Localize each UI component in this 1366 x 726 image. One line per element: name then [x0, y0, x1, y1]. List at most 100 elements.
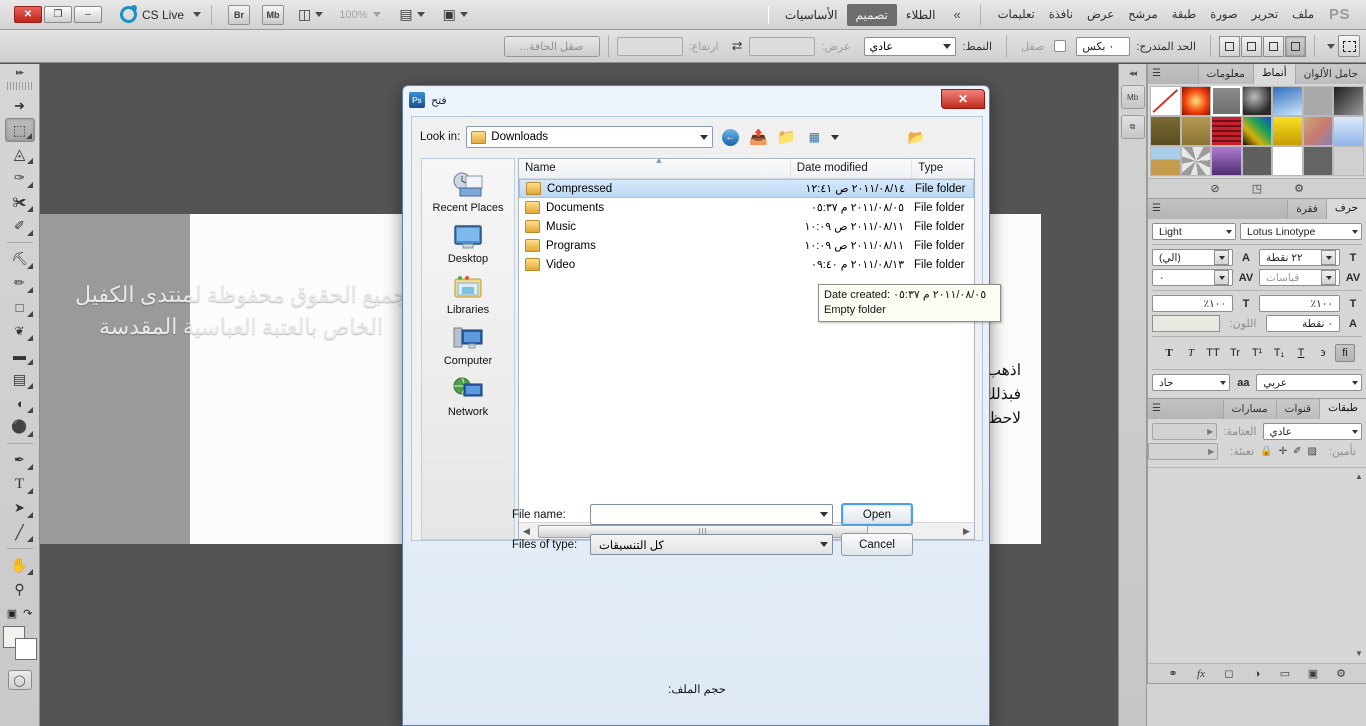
chevron-down-icon[interactable] [1327, 43, 1335, 49]
tab-styles[interactable]: أنماط [1252, 64, 1295, 84]
style-swatch[interactable] [1272, 116, 1303, 146]
hand-tool[interactable]: ✋ [5, 553, 35, 577]
launch-bridge-button[interactable]: Br [228, 4, 251, 25]
default-colors-icon[interactable]: ▣ [7, 607, 17, 620]
move-tool[interactable]: ➜ [5, 94, 35, 118]
lock-position-icon[interactable]: ✛ [1279, 445, 1287, 459]
column-header-type[interactable]: Type [912, 159, 974, 178]
leading-stepper[interactable] [1214, 250, 1229, 265]
arrange-documents-button[interactable]: ▤ [399, 6, 425, 23]
subscript-button[interactable]: T₁ [1269, 344, 1289, 362]
menu-image[interactable]: صورة [1203, 0, 1244, 30]
launch-mini-bridge-button[interactable]: Mb [262, 4, 285, 25]
tab-character[interactable]: حرف [1325, 199, 1366, 219]
column-header-name[interactable]: ▲ Name [519, 155, 791, 178]
style-swatch[interactable] [1241, 86, 1273, 116]
workspace-overflow-button[interactable]: » [944, 7, 969, 22]
font-size-input[interactable]: ٢٢ نقطة [1259, 249, 1340, 266]
path-selection-tool[interactable]: ➤ [5, 496, 35, 520]
style-swatch[interactable] [1272, 146, 1303, 176]
zoom-tool[interactable]: ⚲ [5, 577, 35, 601]
cs-live-button[interactable]: CS Live [120, 5, 202, 23]
table-row[interactable]: Documents ٢٠١١/٠٨/٠٥ م ٠٥:٣٧ File folder [519, 198, 974, 217]
leading-input[interactable]: (الي) [1152, 249, 1233, 266]
place-libraries[interactable]: Libraries [422, 271, 514, 319]
style-swatch[interactable] [1180, 116, 1212, 146]
vertical-scale-input[interactable]: ١٠٠٪ [1259, 295, 1340, 312]
font-size-stepper[interactable] [1321, 250, 1336, 265]
style-swatch[interactable] [1302, 86, 1334, 116]
style-swatch[interactable] [1333, 116, 1364, 146]
lock-transparency-icon[interactable]: ▨ [1307, 445, 1316, 459]
antialias-select[interactable]: حاد [1152, 374, 1231, 391]
strikethrough-button[interactable]: ϶ [1313, 344, 1333, 362]
table-row[interactable]: Compressed ٢٠١١/٠٨/١٤ ص ١٢:٤١ File folde… [519, 179, 974, 198]
tools-drag-handle[interactable] [6, 82, 33, 90]
style-swatch[interactable] [1241, 146, 1273, 176]
underline-button[interactable]: T [1291, 344, 1311, 362]
crop-tool[interactable]: ✀ [5, 190, 35, 214]
style-swatch[interactable] [1150, 146, 1181, 176]
style-swatch[interactable] [1333, 146, 1364, 176]
current-tool-icon[interactable] [1338, 35, 1360, 57]
delete-style-icon[interactable]: ⚙ [1292, 182, 1306, 196]
screen-mode-button[interactable]: ▣ [443, 6, 468, 23]
place-desktop[interactable]: Desktop [422, 220, 514, 268]
quick-selection-tool[interactable]: ✑ [5, 166, 35, 190]
menu-file[interactable]: ملف [1285, 0, 1321, 30]
clear-style-icon[interactable]: ⊘ [1208, 182, 1222, 196]
tab-paths[interactable]: مسارات [1222, 400, 1276, 419]
feather-amount-input[interactable]: ٠ بكس [1076, 36, 1131, 56]
new-folder-icon[interactable]: 📁 [775, 126, 797, 148]
panel-menu-icon[interactable]: ☰ [1152, 403, 1162, 414]
views-icon[interactable]: ▦ [803, 126, 825, 148]
new-selection-button[interactable] [1285, 35, 1306, 57]
height-input[interactable] [616, 36, 683, 56]
language-select[interactable]: عربي [1256, 374, 1362, 391]
mini-bridge-panel-icon[interactable]: Mb [1120, 85, 1145, 109]
clone-stamp-tool[interactable]: □ [5, 295, 35, 319]
tracking-input[interactable]: ٠ [1152, 269, 1233, 286]
new-style-icon[interactable]: ◳ [1250, 182, 1264, 196]
dialog-title-bar[interactable]: Ps فتح ✕ [403, 86, 989, 114]
text-color-swatch[interactable] [1152, 315, 1220, 332]
pen-tool[interactable]: ✒ [5, 448, 35, 472]
workspace-essentials[interactable]: الأساسيات [776, 4, 847, 26]
workspace-painting[interactable]: الطلاء [897, 4, 945, 26]
file-list[interactable]: ▲ Name Date modified Type Compressed ٢٠١… [518, 155, 1001, 540]
style-select[interactable]: عادي [864, 36, 957, 56]
workspace-design[interactable]: تصميم [846, 3, 897, 26]
style-swatch[interactable] [1150, 116, 1181, 146]
link-layers-icon[interactable]: ⚭ [1166, 667, 1180, 681]
style-swatch[interactable] [1302, 146, 1334, 176]
style-swatch[interactable] [1333, 86, 1364, 116]
add-to-selection-button[interactable] [1263, 35, 1284, 57]
open-button[interactable]: Open [841, 503, 913, 526]
layers-list[interactable]: ▲ ▼ [1148, 467, 1366, 663]
scroll-down-icon[interactable]: ▼ [1354, 649, 1364, 659]
kerning-input[interactable]: قياسات [1259, 269, 1340, 286]
rectangular-marquee-tool[interactable]: ⬚ [4, 118, 35, 142]
place-computer[interactable]: Computer [422, 322, 514, 370]
file-name-input[interactable] [590, 504, 833, 525]
swap-dimensions-icon[interactable]: ⇄ [732, 38, 743, 54]
anti-alias-checkbox[interactable] [1054, 40, 1067, 52]
panel-menu-icon[interactable]: ☰ [1152, 68, 1162, 79]
new-group-icon[interactable]: ▭ [1278, 667, 1292, 681]
tracking-stepper[interactable] [1214, 270, 1229, 285]
layer-style-icon[interactable]: fx [1194, 667, 1208, 681]
lock-image-icon[interactable]: ✐ [1293, 445, 1301, 459]
expand-panels-button[interactable]: ◂◂ [1119, 64, 1146, 79]
opacity-input[interactable]: ▶ [1152, 423, 1218, 440]
bold-button[interactable]: T [1159, 344, 1179, 362]
up-one-level-icon[interactable]: 📤 [747, 126, 769, 148]
table-row[interactable]: Music ٢٠١١/٠٨/١١ ص ١٠:٠٩ File folder [519, 217, 974, 236]
superscript-button[interactable]: T¹ [1247, 344, 1267, 362]
new-layer-icon[interactable]: ▣ [1306, 667, 1320, 681]
menu-filter[interactable]: مرشح [1121, 0, 1165, 30]
horizontal-type-tool[interactable]: T [5, 472, 35, 496]
intersect-selection-button[interactable] [1219, 35, 1240, 57]
scroll-up-icon[interactable]: ▲ [1354, 472, 1364, 482]
refine-edge-button[interactable]: صقل الحافة... [503, 35, 600, 57]
lock-all-icon[interactable]: 🔒 [1260, 445, 1272, 459]
